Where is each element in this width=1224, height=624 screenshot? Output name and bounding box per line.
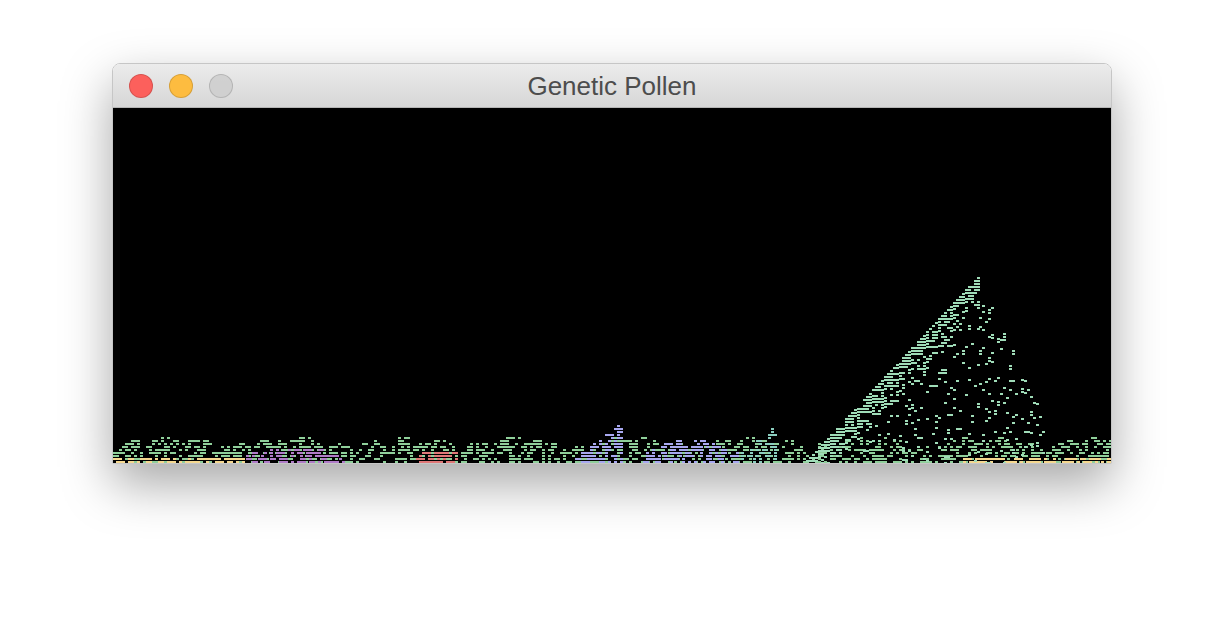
title-bar[interactable]: Genetic Pollen [113,64,1111,108]
shrub-plant [246,449,345,463]
simulation-canvas[interactable] [113,108,1112,464]
window-title: Genetic Pollen [519,71,704,101]
moss-plant [113,458,1112,463]
window-controls [113,74,519,98]
tree-plant [806,277,1045,464]
minimize-button[interactable] [169,74,193,98]
desktop: Genetic Pollen [0,0,1224,624]
shrub-plant [741,428,777,463]
shrub-plant [575,425,739,463]
close-button[interactable] [129,74,153,98]
app-window: Genetic Pollen [112,63,1112,464]
zoom-button [209,74,233,98]
shrub-plant [416,452,458,463]
grass-plant [113,437,1112,463]
